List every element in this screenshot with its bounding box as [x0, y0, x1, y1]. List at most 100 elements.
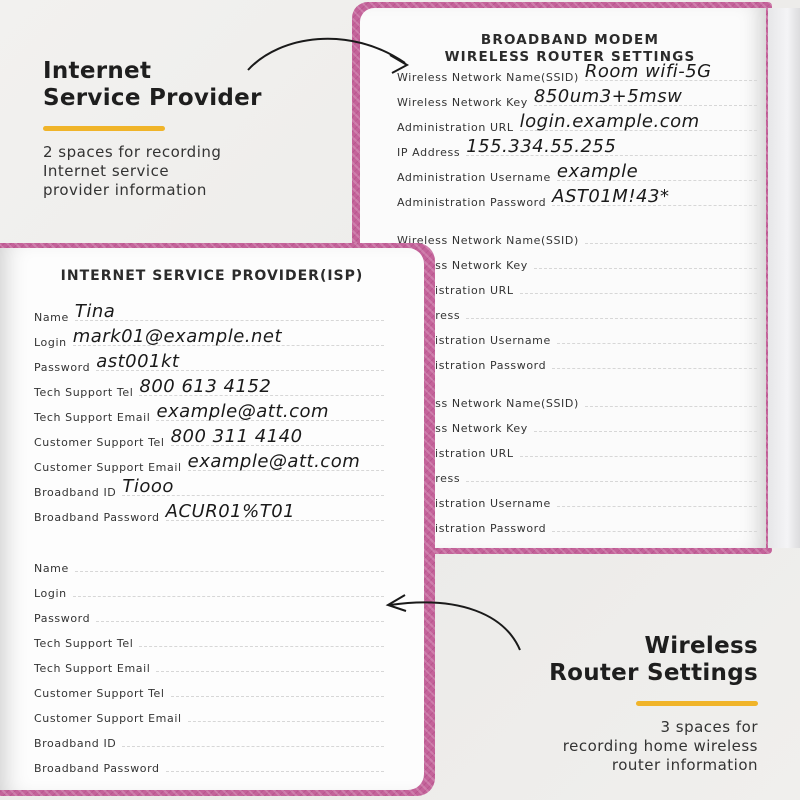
- field-input-line[interactable]: Tiooo: [122, 476, 384, 497]
- accent-underline: [43, 126, 165, 131]
- field-input-line[interactable]: [552, 530, 757, 532]
- field-label: Customer Support Email: [34, 461, 182, 474]
- form-row: Broadband ID Tiooo: [34, 476, 384, 502]
- handwritten-value: mark01@example.net: [72, 326, 283, 347]
- field-label: Tech Support Email: [34, 411, 151, 424]
- page-edge: [768, 8, 800, 548]
- form-row: Wireless Network Key: [397, 413, 757, 438]
- field-input-line[interactable]: [519, 292, 757, 294]
- field-input-line[interactable]: [187, 720, 384, 722]
- field-input-line[interactable]: [533, 430, 757, 432]
- form-row: Administration URL login.example.com: [397, 111, 757, 137]
- form-row: Administration Username example: [397, 161, 757, 187]
- isp-callout-desc-1: 2 spaces for recording: [43, 143, 222, 161]
- form-row: Broadband Password ACUR01%T01: [34, 501, 384, 527]
- form-row: Broadband ID: [34, 728, 384, 753]
- field-input-line[interactable]: [122, 745, 384, 747]
- isp-callout-title-1: Internet: [43, 58, 152, 84]
- handwritten-value: example@att.com: [156, 401, 330, 422]
- field-input-line[interactable]: [466, 317, 757, 319]
- field-input-line[interactable]: login.example.com: [519, 111, 757, 132]
- router-callout: Wireless Router Settings 3 spaces for re…: [549, 633, 758, 775]
- field-label: Customer Support Email: [34, 712, 182, 725]
- field-label: Administration Password: [397, 196, 547, 209]
- form-row: Tech Support Email: [34, 653, 384, 678]
- form-row: IP Address 155.334.55.255: [397, 136, 757, 162]
- form-row: Tech Support Tel: [34, 628, 384, 653]
- field-input-line[interactable]: AST01M!43*: [552, 186, 757, 207]
- field-input-line[interactable]: ACUR01%T01: [165, 501, 384, 522]
- field-label: IP Address: [397, 146, 461, 159]
- isp-callout-desc-3: provider information: [43, 181, 207, 199]
- handwritten-value: Tina: [74, 301, 116, 322]
- field-input-line[interactable]: 155.334.55.255: [466, 136, 757, 157]
- handwritten-value: AST01M!43*: [552, 186, 670, 207]
- field-label: Password: [34, 612, 91, 625]
- field-input-line[interactable]: mark01@example.net: [72, 326, 384, 347]
- handwritten-value: 800 613 4152: [139, 376, 272, 397]
- field-label: Customer Support Tel: [34, 436, 165, 449]
- handwritten-value: example: [556, 161, 639, 182]
- field-input-line[interactable]: [165, 770, 384, 772]
- arrow-to-isp-page-icon: [385, 594, 521, 651]
- form-row: Wireless Network Name(SSID): [397, 225, 757, 250]
- isp-page: INTERNET SERVICE PROVIDER(ISP) Name Tina L…: [0, 248, 424, 790]
- field-label: Tech Support Tel: [34, 386, 134, 399]
- form-row: Customer Support Email example@att.com: [34, 451, 384, 477]
- router-callout-title-2: Router Settings: [549, 660, 758, 686]
- isp-callout-title-2: Service Provider: [43, 85, 262, 111]
- form-row: Customer Support Email: [34, 703, 384, 728]
- field-input-line[interactable]: [556, 505, 757, 507]
- field-input-line[interactable]: ast001kt: [96, 351, 384, 372]
- form-row: Administration URL: [397, 275, 757, 300]
- field-input-line[interactable]: [170, 695, 384, 697]
- form-row: Customer Support Tel: [34, 678, 384, 703]
- form-row: Customer Support Tel 800 311 4140: [34, 426, 384, 452]
- form-row: Password: [34, 603, 384, 628]
- field-input-line[interactable]: [72, 595, 384, 597]
- field-label: Wireless Network Name(SSID): [397, 71, 579, 84]
- field-label: Tech Support Email: [34, 662, 151, 675]
- field-input-line[interactable]: [139, 645, 384, 647]
- form-row: Administration Password: [397, 513, 757, 538]
- field-input-line[interactable]: [533, 267, 757, 269]
- field-input-line[interactable]: [584, 242, 757, 244]
- field-label: Broadband ID: [34, 737, 117, 750]
- router-callout-title-1: Wireless: [644, 633, 758, 659]
- handwritten-value: example@att.com: [187, 451, 361, 472]
- field-input-line[interactable]: example@att.com: [156, 401, 384, 422]
- handwritten-value: 800 311 4140: [170, 426, 303, 447]
- form-row: Wireless Network Key 850um3+5msw: [397, 86, 757, 112]
- form-row: Administration Username: [397, 488, 757, 513]
- handwritten-value: login.example.com: [519, 111, 700, 132]
- field-label: Administration Username: [397, 171, 551, 184]
- form-row: Tech Support Email example@att.com: [34, 401, 384, 427]
- field-input-line[interactable]: [96, 620, 384, 622]
- field-input-line[interactable]: Tina: [74, 301, 384, 322]
- form-row: Name Tina: [34, 301, 384, 327]
- field-input-line[interactable]: [156, 670, 384, 672]
- form-row: Login mark01@example.net: [34, 326, 384, 352]
- field-label: Broadband Password: [34, 511, 160, 524]
- field-label: Customer Support Tel: [34, 687, 165, 700]
- field-input-line[interactable]: Room wifi-5G: [584, 61, 757, 82]
- field-input-line[interactable]: 850um3+5msw: [533, 86, 757, 107]
- field-input-line[interactable]: [556, 342, 757, 344]
- field-input-line[interactable]: 800 613 4152: [139, 376, 384, 397]
- field-input-line[interactable]: [519, 455, 757, 457]
- field-input-line[interactable]: [584, 405, 757, 407]
- handwritten-value: Room wifi-5G: [584, 61, 712, 82]
- form-row: Administration Password: [397, 350, 757, 375]
- field-input-line[interactable]: [74, 570, 384, 572]
- field-label: Wireless Network Key: [397, 96, 528, 109]
- field-input-line[interactable]: [466, 480, 757, 482]
- router-callout-desc-1: 3 spaces for: [660, 718, 758, 736]
- field-label: Administration URL: [397, 121, 514, 134]
- field-label: Login: [34, 587, 67, 600]
- field-input-line[interactable]: 800 311 4140: [170, 426, 384, 447]
- form-row: Password ast001kt: [34, 351, 384, 377]
- field-input-line[interactable]: example: [556, 161, 757, 182]
- field-input-line[interactable]: [552, 367, 757, 369]
- form-row: Administration Username: [397, 325, 757, 350]
- field-input-line[interactable]: example@att.com: [187, 451, 384, 472]
